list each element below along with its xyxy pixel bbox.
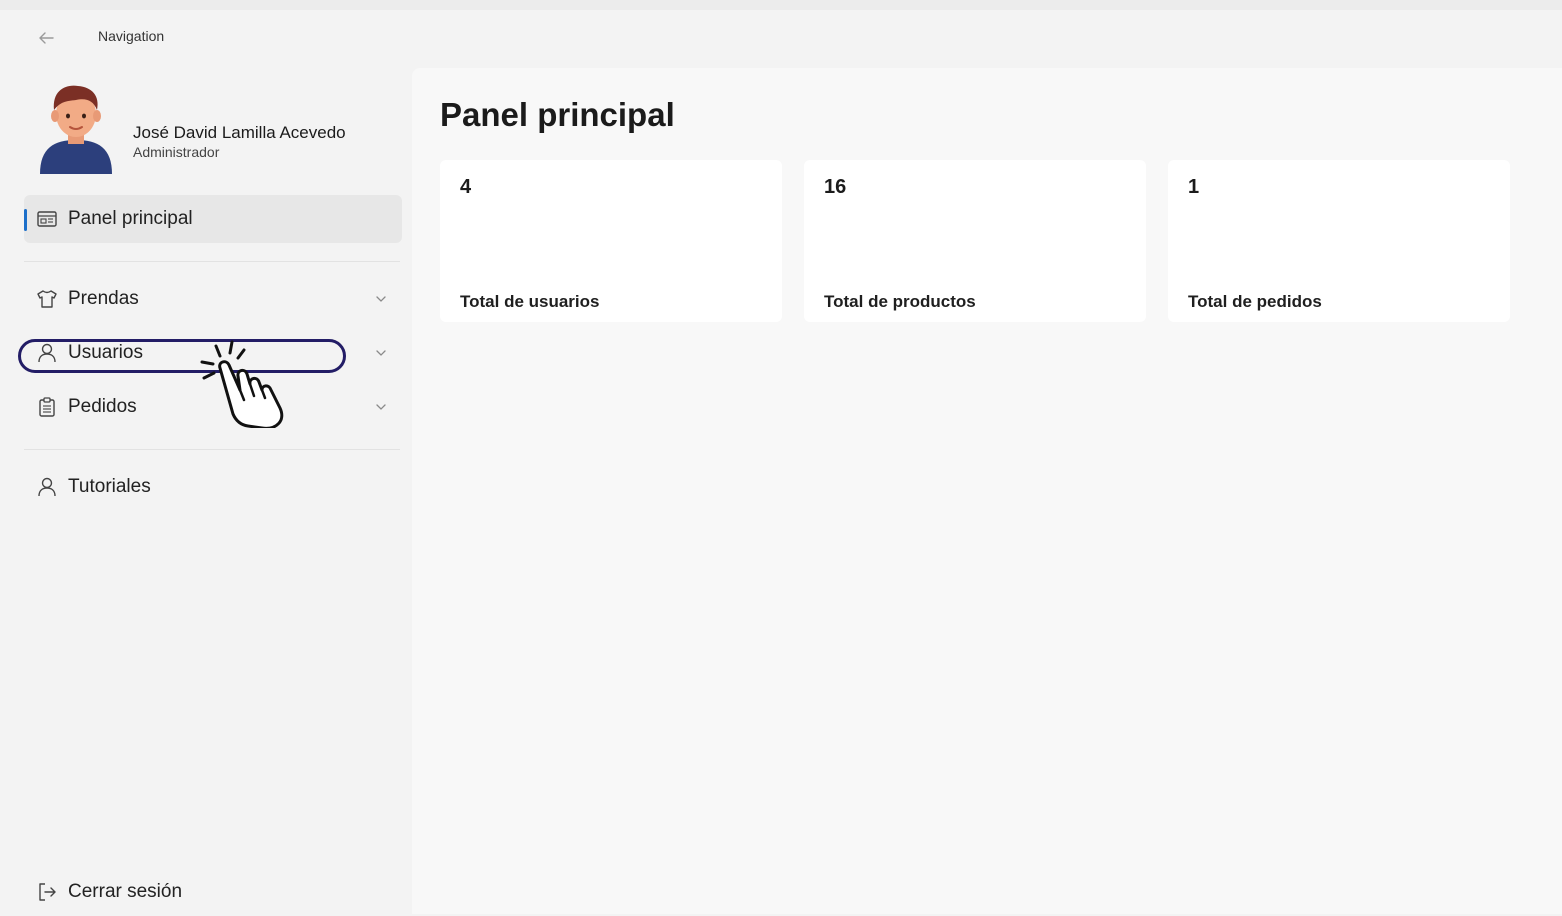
logout-button[interactable]: Cerrar sesión — [24, 868, 402, 916]
stat-value: 1 — [1188, 176, 1200, 198]
sidebar-item-prendas[interactable]: Prendas — [24, 275, 402, 323]
active-indicator — [24, 209, 27, 231]
window-title: Navigation — [98, 28, 165, 44]
stat-card-productos: 16 Total de productos — [804, 160, 1146, 322]
stat-card-pedidos: 1 Total de pedidos — [1168, 160, 1510, 322]
sidebar-item-label: Tutoriales — [68, 476, 151, 497]
user-name: José David Lamilla Acevedo — [133, 123, 346, 142]
stat-label: Total de usuarios — [460, 292, 600, 311]
dashboard-icon — [37, 211, 57, 227]
stat-value: 4 — [460, 176, 472, 198]
avatar — [40, 85, 112, 174]
sidebar-item-label: Usuarios — [68, 342, 143, 363]
sidebar-item-usuarios[interactable]: Usuarios — [24, 329, 402, 377]
sidebar-item-pedidos[interactable]: Pedidos — [24, 383, 402, 431]
user-role: Administrador — [133, 144, 220, 160]
back-button[interactable] — [18, 23, 74, 53]
user-profile: José David Lamilla Acevedo Administrador — [36, 82, 396, 174]
stat-value: 16 — [824, 176, 847, 198]
page-title: Panel principal — [440, 96, 675, 133]
shirt-icon — [37, 290, 57, 308]
sidebar-item-tutoriales[interactable]: Tutoriales — [24, 463, 402, 511]
back-arrow-icon — [39, 32, 54, 44]
divider — [24, 449, 400, 450]
logout-label: Cerrar sesión — [68, 881, 183, 902]
chevron-down-icon[interactable] — [374, 346, 388, 360]
stat-label: Total de pedidos — [1188, 292, 1322, 311]
stat-label: Total de productos — [824, 292, 976, 311]
sidebar-item-label: Pedidos — [68, 396, 137, 417]
main-content: Panel principal 4 Total de usuarios 16 T… — [412, 68, 1562, 914]
sidebar: José David Lamilla Acevedo Administrador… — [0, 68, 412, 914]
clipboard-icon — [39, 397, 55, 417]
person-icon — [38, 343, 56, 363]
stat-card-usuarios: 4 Total de usuarios — [440, 160, 782, 322]
sidebar-item-label: Panel principal — [68, 208, 193, 229]
person-icon — [38, 477, 56, 497]
title-bar: Navigation — [0, 10, 1562, 68]
logout-icon — [39, 883, 56, 901]
sidebar-item-panel-principal[interactable]: Panel principal — [24, 195, 402, 243]
top-strip — [0, 0, 1562, 10]
chevron-down-icon[interactable] — [374, 400, 388, 414]
divider — [24, 261, 400, 262]
sidebar-item-label: Prendas — [68, 288, 139, 309]
chevron-down-icon[interactable] — [374, 292, 388, 306]
